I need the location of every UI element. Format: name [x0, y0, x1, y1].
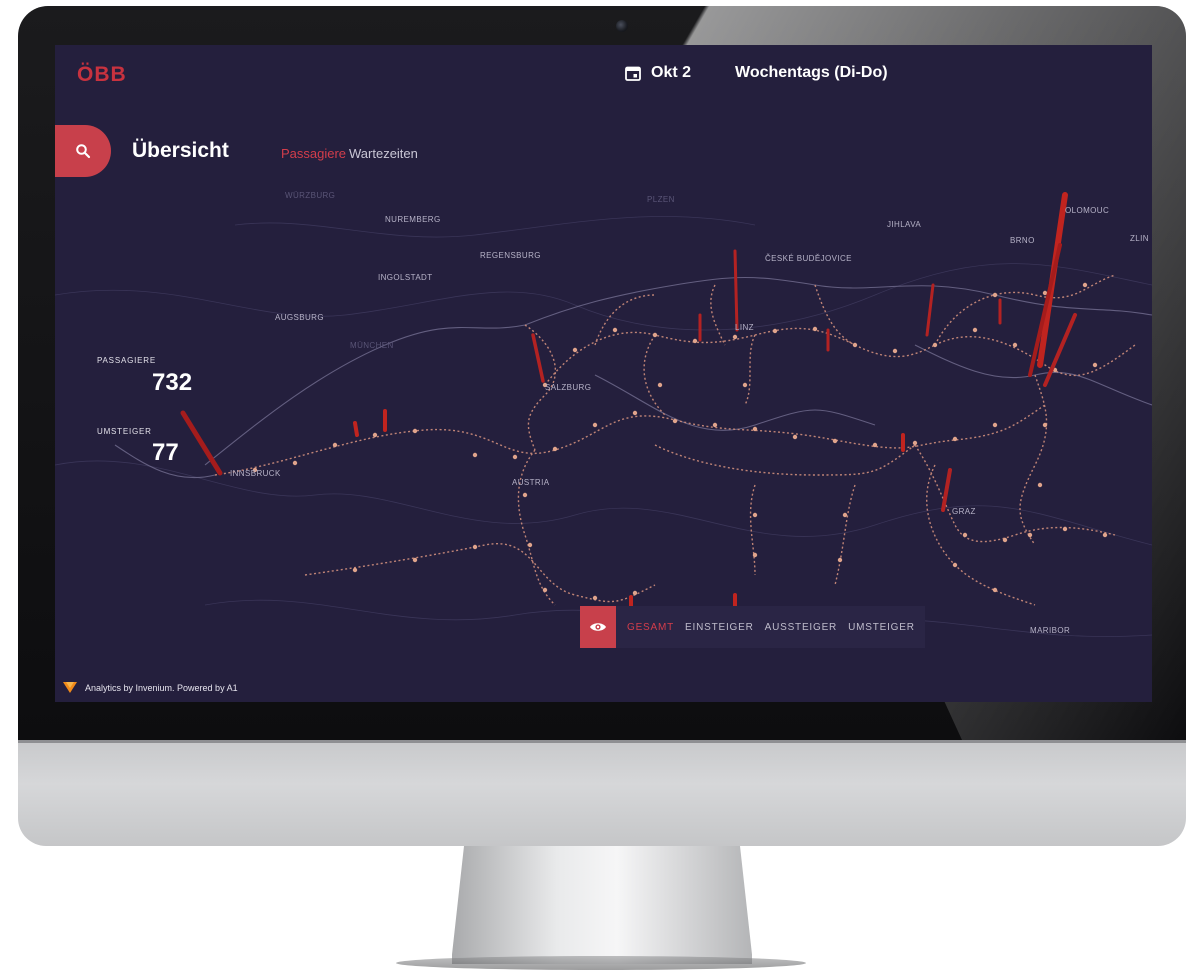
monitor-chin [18, 740, 1186, 846]
label-graz: GRAZ [952, 507, 976, 516]
label-jihlava: JIHLAVA [887, 220, 921, 229]
webcam [616, 20, 628, 32]
label-maribor: MARIBOR [1030, 626, 1070, 635]
map-place-labels: WÜRZBURG NUREMBERG REGENSBURG INGOLSTADT… [230, 191, 1149, 635]
invenium-logo-icon [63, 682, 77, 693]
passengers-value: 732 [152, 369, 193, 396]
selected-date: Okt 2 [651, 64, 692, 81]
visibility-toggle-button[interactable] [580, 606, 616, 648]
search-button[interactable] [55, 125, 111, 177]
mode-umsteiger[interactable]: UMSTEIGER [848, 622, 915, 633]
label-ingolstadt: INGOLSTADT [378, 273, 433, 282]
station-markers [252, 282, 1108, 601]
day-type-selector[interactable]: Wochentags (Di-Do) [735, 64, 888, 82]
mode-gesamt[interactable]: GESAMT [627, 622, 674, 633]
label-austria: AUSTRIA [512, 478, 550, 487]
label-zlin: ZLIN [1130, 234, 1149, 243]
eye-icon [590, 623, 606, 631]
label-linz: LINZ [735, 323, 754, 332]
search-icon [76, 144, 91, 159]
footer-credit: Analytics by Invenium. Powered by A1 [63, 682, 238, 693]
mode-selector: GESAMT EINSTEIGER AUSSTEIGER UMSTEIGER [580, 606, 925, 648]
label-regensburg: REGENSBURG [480, 251, 541, 260]
label-brno: BRNO [1010, 236, 1035, 245]
monitor-stand-shadow [396, 956, 806, 970]
date-picker[interactable]: Okt 2 [625, 64, 691, 82]
label-olomouc: OLOMOUC [1065, 206, 1109, 215]
label-wurzburg: WÜRZBURG [285, 191, 335, 200]
label-augsburg: AUGSBURG [275, 313, 324, 322]
mode-einsteiger[interactable]: EINSTEIGER [685, 622, 754, 633]
transfers-label: UMSTEIGER [97, 427, 152, 436]
label-plzen: PLZEN [647, 195, 675, 204]
map-secondary-lines [114, 276, 1152, 479]
label-salzburg: SALZBURG [545, 383, 591, 392]
label-munchen: MÜNCHEN [350, 341, 394, 350]
label-ceske: ČESKÉ BUDĚJOVICE [765, 254, 852, 263]
tab-wartezeiten[interactable]: Wartezeiten [349, 146, 418, 161]
label-nuremberg: NUREMBERG [385, 215, 441, 224]
monitor-stand [452, 846, 752, 964]
app-screen: WÜRZBURG NUREMBERG REGENSBURG INGOLSTADT… [55, 45, 1152, 702]
transfers-value: 77 [152, 439, 179, 466]
label-innsbruck: INNSBRUCK [230, 469, 281, 478]
mode-aussteiger[interactable]: AUSSTEIGER [765, 622, 837, 633]
rail-network [214, 274, 1136, 606]
tab-passagiere[interactable]: Passagiere [281, 146, 346, 161]
page-title: Übersicht [132, 139, 229, 162]
footer-text: Analytics by Invenium. Powered by A1 [85, 682, 238, 693]
calendar-icon [625, 66, 641, 81]
map-background-lines [55, 216, 1152, 638]
obb-logo: ÖBB [77, 63, 127, 86]
passengers-label: PASSAGIERE [97, 356, 156, 365]
